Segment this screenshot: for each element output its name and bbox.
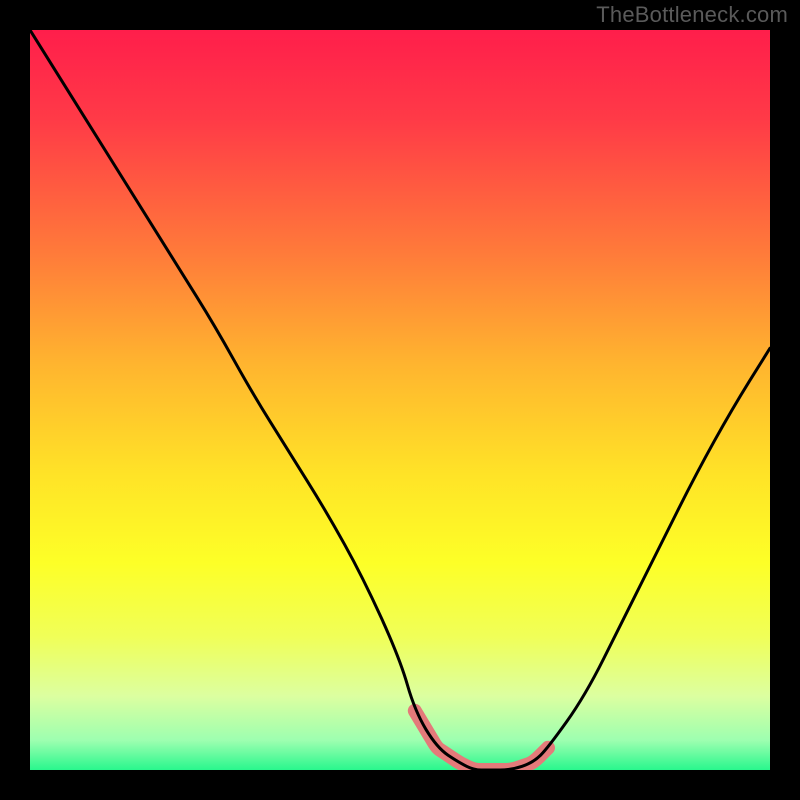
bottleneck-chart xyxy=(0,0,800,800)
chart-frame: TheBottleneck.com xyxy=(0,0,800,800)
